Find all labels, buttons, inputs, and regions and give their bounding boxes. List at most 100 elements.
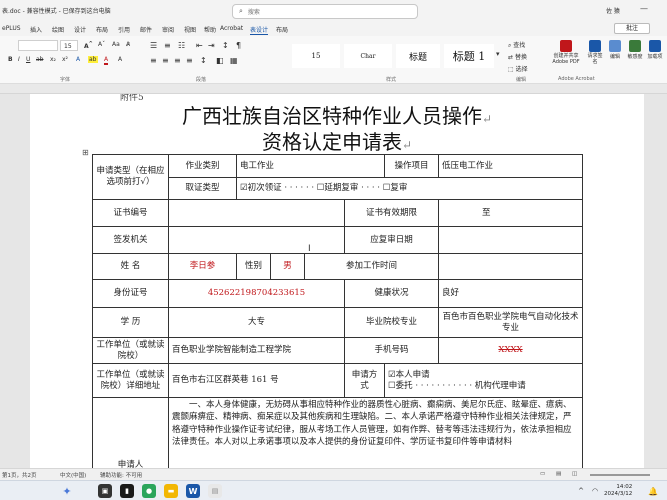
highlight-icon[interactable]: ab (88, 56, 98, 63)
table-move-handle-icon[interactable]: ⊞ (82, 148, 89, 157)
option-self-apply[interactable]: ☑本人申请 (388, 370, 430, 380)
option-review[interactable]: ☐复审 (383, 183, 408, 193)
tab-mailings[interactable]: 邮件 (140, 25, 152, 34)
addins-button[interactable]: 加载项 (646, 40, 664, 74)
cert-validity-value[interactable]: 至 (438, 199, 584, 227)
create-share-pdf-button[interactable]: 创建并共享 Adobe PDF (548, 40, 584, 74)
subscript-icon[interactable]: x₂ (50, 56, 56, 63)
align-left-icon[interactable]: ≡ (150, 56, 157, 65)
bold-icon[interactable]: B (8, 56, 13, 63)
underline-icon[interactable]: U (26, 56, 30, 63)
shading-icon[interactable]: ◧ (216, 56, 224, 65)
file-explorer-icon[interactable]: ▬ (164, 484, 178, 498)
tab-design[interactable]: 设计 (74, 25, 86, 34)
font-size-box[interactable]: 15 (60, 40, 78, 51)
style-char[interactable]: Char (344, 44, 392, 68)
text-effects-icon[interactable]: A (76, 56, 80, 63)
style-title[interactable]: 标题 (396, 44, 440, 68)
terminal-icon[interactable]: ▮ (120, 484, 134, 498)
styles-scroll-icon[interactable]: ▾ (496, 50, 500, 58)
tab-draw[interactable]: 绘图 (52, 25, 64, 34)
font-color-icon[interactable]: A (104, 56, 109, 65)
strikethrough-icon[interactable]: ab (36, 56, 44, 63)
align-center-icon[interactable]: ≡ (162, 56, 169, 65)
cert-number-value[interactable] (168, 199, 345, 227)
superscript-icon[interactable]: x² (62, 56, 68, 63)
select-button[interactable]: ⬚ 选择 (508, 64, 528, 73)
borders-icon[interactable]: ▦ (230, 56, 238, 65)
tab-help[interactable]: 帮助 (204, 25, 216, 34)
tab-layout[interactable]: 布局 (96, 25, 108, 34)
increase-indent-icon[interactable]: ⇥ (208, 41, 215, 50)
search-box[interactable]: ⌕ 搜索 (232, 4, 418, 19)
address-value[interactable]: 百色市右江区群英巷 161 号 (168, 363, 345, 398)
task-view-icon[interactable]: ▣ (98, 484, 112, 498)
tray-chevron-icon[interactable]: ^ (574, 484, 588, 498)
cert-type-options[interactable]: ☑初次领证 · · · · · · ☐延期复审 · · · · ☐复审 (235, 177, 584, 200)
gender-value[interactable]: 男 (270, 253, 305, 280)
tab-references[interactable]: 引用 (118, 25, 130, 34)
notification-icon[interactable]: 🔔 (646, 484, 660, 498)
accessibility-status[interactable]: 辅助功能: 不可用 (100, 471, 142, 479)
phone-value[interactable]: XXXX (438, 337, 584, 364)
page-count[interactable]: 第1页，共2页 (2, 471, 37, 479)
bullets-icon[interactable]: ☰ (150, 41, 157, 50)
tab-table-design[interactable]: 表设计 (250, 25, 269, 35)
education-value[interactable]: 大专 (168, 307, 345, 338)
review-date-value[interactable] (438, 226, 584, 254)
option-extension-review[interactable]: ☐延期复审 (317, 183, 359, 193)
option-entrust[interactable]: ☐委托 (388, 381, 413, 391)
job-category-value[interactable]: 电工作业 (235, 154, 386, 178)
find-button[interactable]: ⌕ 查找 (508, 40, 525, 50)
decrease-indent-icon[interactable]: ⇤ (196, 41, 203, 50)
wechat-icon[interactable]: ● (142, 484, 156, 498)
document-page[interactable]: 附件5 广西壮族自治区特种作业人员操作↵ 资格认定申请表↵ ⊞ 申请类型（在相应… (30, 94, 644, 468)
language-status[interactable]: 中文(中国) (60, 471, 86, 479)
font-name-box[interactable] (18, 40, 58, 51)
issuer-value[interactable] (168, 226, 345, 254)
zoom-slider[interactable] (590, 474, 650, 476)
word-icon[interactable]: W (186, 484, 200, 498)
char-border-icon[interactable]: A (118, 56, 122, 63)
tab-eplus[interactable]: ePLUS (2, 25, 21, 32)
applicant-declaration[interactable]: 一、本人身体健康，无妨碍从事相应特种作业的器质性心脏病、癫痫病、美尼尔氏症、眩晕… (167, 397, 584, 468)
justify-icon[interactable]: ≡ (186, 56, 193, 65)
italic-icon[interactable]: I (18, 56, 20, 63)
tab-view[interactable]: 视图 (184, 25, 196, 34)
name-value[interactable]: 李日参 (168, 253, 237, 280)
sort-icon[interactable]: ↕ (222, 41, 229, 50)
school-major-value[interactable]: 百色市百色职业学院电气自动化技术专业 (438, 307, 584, 338)
tab-acrobat[interactable]: Acrobat (220, 25, 243, 32)
web-layout-icon[interactable]: ◫ (572, 471, 577, 477)
change-case-icon[interactable]: Aa (112, 41, 120, 48)
shrink-font-icon[interactable]: Aˇ (98, 41, 105, 48)
minimize-icon[interactable]: — (640, 4, 648, 13)
tab-table-layout[interactable]: 布局 (276, 25, 288, 34)
health-value[interactable]: 良好 (438, 279, 584, 308)
numbering-icon[interactable]: ≡ (164, 41, 171, 50)
multilevel-icon[interactable]: ☷ (178, 41, 185, 50)
clock[interactable]: 14:02 2024/3/12 (604, 484, 632, 498)
align-right-icon[interactable]: ≡ (174, 56, 181, 65)
employer-value[interactable]: 百色职业学院智能制造工程学院 (168, 337, 345, 364)
copilot-sparkle-icon[interactable]: ✦ (60, 484, 74, 498)
horizontal-ruler[interactable] (0, 84, 667, 94)
operation-item-value[interactable]: 低压电工作业 (438, 154, 584, 178)
apply-method-options[interactable]: ☑本人申请 ☐委托 · · · · · · · · · · · 机构代理申请 (384, 363, 584, 398)
tab-review[interactable]: 审阅 (162, 25, 174, 34)
clear-format-icon[interactable]: A̷ (126, 41, 130, 48)
line-spacing-icon[interactable]: ↕ (200, 56, 207, 65)
show-marks-icon[interactable]: ¶ (236, 41, 241, 50)
grow-font-icon[interactable]: A^ (84, 41, 93, 50)
wifi-icon[interactable]: ◠ (588, 484, 602, 498)
request-signature-button[interactable]: 请求签名 (586, 40, 604, 74)
tab-insert[interactable]: 插入 (30, 25, 42, 34)
read-mode-icon[interactable]: ▭ (540, 471, 545, 477)
print-layout-icon[interactable]: ▤ (556, 471, 561, 477)
sensitivity-button[interactable]: 敏感度 (626, 40, 644, 74)
option-first-issue[interactable]: ☑初次领证 (240, 183, 282, 193)
id-value[interactable]: 452622198704233615 (168, 279, 345, 308)
work-start-value[interactable] (438, 253, 584, 280)
comment-button[interactable]: 批注 (614, 23, 650, 34)
editor-button[interactable]: 编辑 (606, 40, 624, 74)
